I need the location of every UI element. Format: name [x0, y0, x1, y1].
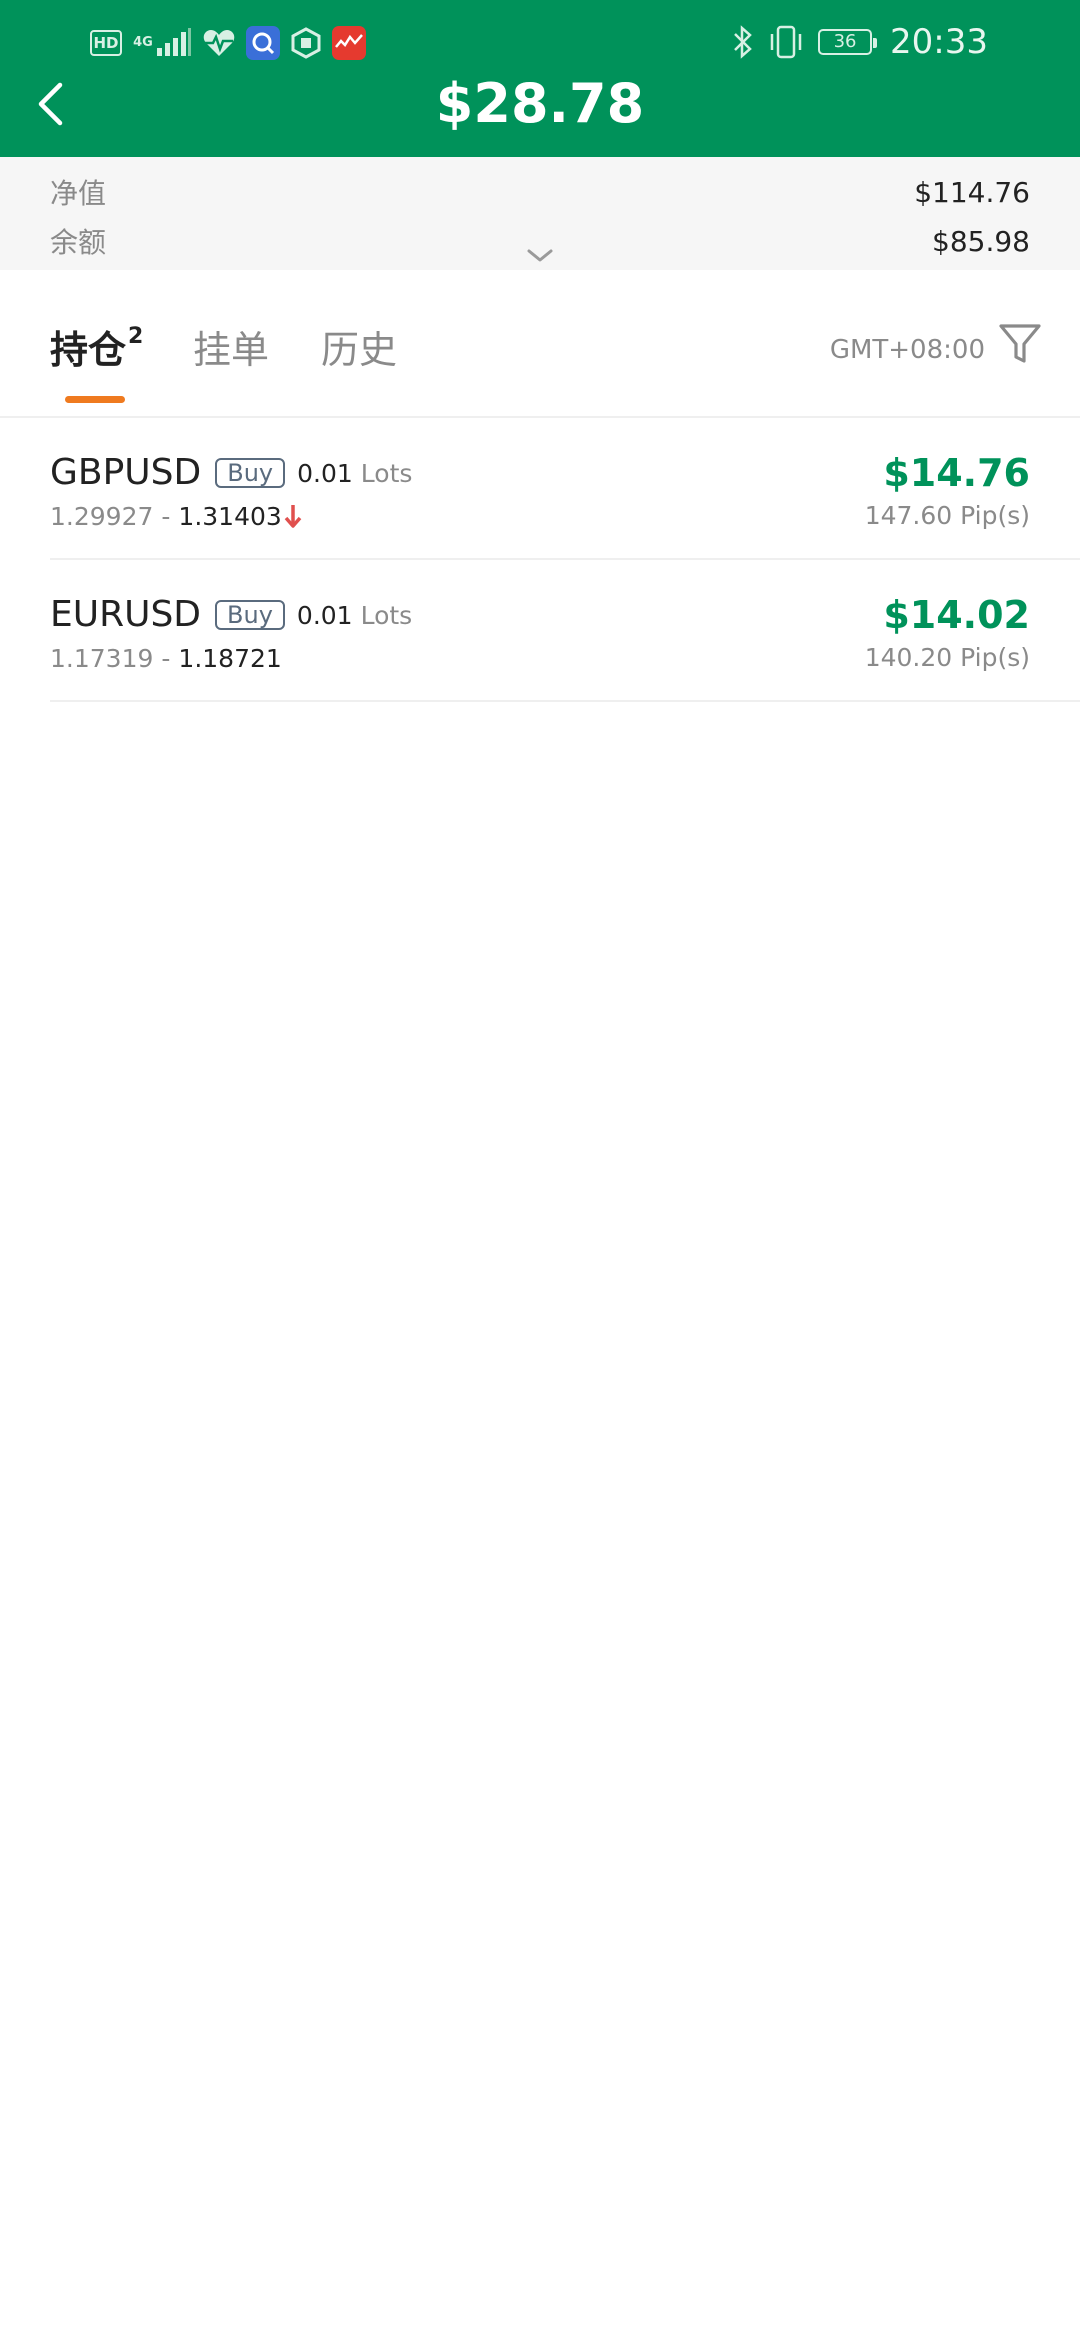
row-divider	[50, 700, 1080, 702]
chevron-down-icon	[527, 249, 553, 262]
timezone-label: GMT+08:00	[829, 335, 985, 365]
network-type-label: 4G	[133, 35, 153, 50]
status-left-icons: HD 4G	[90, 24, 366, 62]
filter-button[interactable]	[996, 320, 1044, 368]
position-pips: 140.20 Pip(s)	[864, 643, 1030, 672]
4g-signal-icon: 4G	[132, 28, 192, 58]
positions-list: GBPUSD Buy 0.01 Lots 1.29927 - 1.31403 $…	[0, 418, 1080, 702]
tab-positions-label: 持仓	[50, 328, 127, 372]
position-price-line: 1.17319 - 1.18721	[50, 642, 282, 674]
bluetooth-icon	[732, 25, 754, 59]
price-separator: -	[161, 501, 171, 531]
tab-positions-count: 2	[128, 324, 144, 349]
arrow-down-icon	[284, 503, 302, 529]
position-main-line: GBPUSD Buy 0.01 Lots	[50, 448, 412, 498]
balance-label: 余额	[50, 226, 107, 259]
position-lots: 0.01	[297, 458, 353, 488]
position-side-badge: Buy	[215, 458, 286, 488]
equity-value: $114.76	[914, 175, 1030, 209]
position-pnl: $14.76	[883, 451, 1030, 495]
vibrate-icon	[768, 25, 804, 59]
position-row[interactable]: EURUSD Buy 0.01 Lots 1.17319 - 1.18721 $…	[0, 560, 1080, 702]
status-right-icons: 36 20:33	[732, 20, 988, 64]
position-main-line: EURUSD Buy 0.01 Lots	[50, 590, 412, 640]
position-lots-unit: Lots	[360, 458, 413, 488]
tab-bar: 持仓2 挂单 历史 GMT+08:00	[0, 270, 1080, 418]
equity-label: 净值	[50, 177, 107, 210]
app-q-icon	[246, 26, 280, 60]
position-lots: 0.01	[296, 600, 353, 630]
position-current-price: 1.31403	[178, 501, 282, 531]
tab-pending-orders-label: 挂单	[193, 328, 270, 372]
heart-rate-icon	[202, 28, 236, 58]
floating-pnl-title: $28.78	[435, 72, 645, 135]
position-lots-unit: Lots	[360, 600, 413, 630]
position-pips: 147.60 Pip(s)	[864, 501, 1030, 530]
balance-value: $85.98	[932, 224, 1030, 258]
position-symbol: GBPUSD	[50, 452, 202, 493]
position-side-badge: Buy	[215, 600, 285, 630]
account-summary: 净值 $114.76 余额 $85.98	[0, 157, 1080, 270]
app-header: HD 4G 36 20:33 $28.78	[0, 0, 1080, 157]
battery-icon: 36	[818, 29, 878, 55]
tab-pending-orders[interactable]: 挂单	[193, 320, 269, 380]
active-tab-indicator	[65, 396, 125, 403]
position-open-price: 1.29927	[50, 501, 154, 531]
app-red-icon	[332, 26, 366, 60]
tab-history-label: 历史	[321, 328, 398, 372]
summary-expand-button[interactable]	[520, 244, 560, 268]
tab-positions[interactable]: 持仓2	[50, 320, 143, 380]
equity-row: 净值 $114.76	[50, 172, 1030, 212]
tab-history[interactable]: 历史	[321, 320, 397, 380]
position-pnl: $14.02	[883, 593, 1030, 637]
position-open-price: 1.17319	[50, 643, 154, 673]
position-current-price: 1.18721	[178, 643, 282, 673]
price-separator: -	[161, 643, 171, 673]
position-price-line: 1.29927 - 1.31403	[50, 500, 302, 532]
status-time: 20:33	[890, 22, 988, 62]
hd-badge: HD	[90, 30, 122, 56]
filter-icon	[999, 324, 1041, 363]
position-symbol: EURUSD	[50, 594, 202, 635]
app-hexagon-icon	[290, 27, 322, 59]
signal-bars-icon	[157, 28, 191, 56]
position-row[interactable]: GBPUSD Buy 0.01 Lots 1.29927 - 1.31403 $…	[0, 418, 1080, 560]
